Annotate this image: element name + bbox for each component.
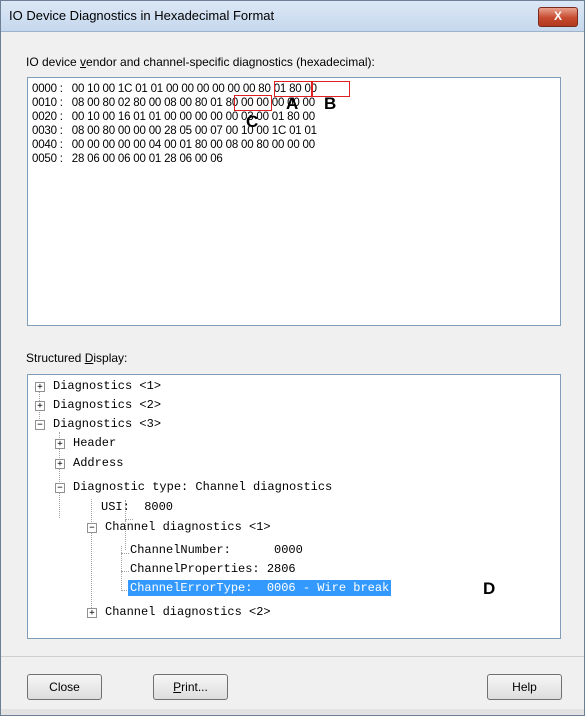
hex-line: 0010 : 08 00 80 02 80 00 08 00 80 01 80 … — [32, 97, 315, 109]
marker-a: A — [286, 94, 299, 113]
marker-d: D — [483, 579, 496, 598]
tree-connector — [121, 553, 129, 554]
tree-connector — [91, 499, 92, 614]
tree-node-channel-diagnostics-1[interactable]: Channel diagnostics <1> — [105, 519, 271, 535]
tree-node-diagnostics-3[interactable]: Diagnostics <3> — [53, 416, 161, 432]
tree-node-channel-error-type[interactable]: ChannelErrorType: 0006 - Wire break — [126, 579, 393, 597]
window-title: IO Device Diagnostics in Hexadecimal For… — [9, 8, 275, 23]
expand-plus-icon[interactable]: + — [87, 608, 97, 618]
tree-node-diagnostics-2[interactable]: Diagnostics <2> — [53, 397, 161, 413]
title-bar: IO Device Diagnostics in Hexadecimal For… — [1, 1, 584, 32]
tree-connector — [121, 571, 129, 572]
tree-node-usi[interactable]: USI: 8000 — [101, 499, 173, 515]
footer-divider — [1, 656, 584, 657]
tree-node-channel-properties[interactable]: ChannelProperties: 2806 — [130, 561, 296, 577]
marker-c: C — [246, 112, 259, 131]
collapse-minus-icon[interactable]: − — [55, 483, 65, 493]
marker-b: B — [324, 94, 337, 113]
diagnostics-dialog: IO Device Diagnostics in Hexadecimal For… — [0, 0, 585, 716]
expand-plus-icon[interactable]: + — [55, 439, 65, 449]
tree-node-channel-diagnostics-2[interactable]: Channel diagnostics <2> — [105, 604, 271, 620]
close-button[interactable]: Close — [27, 674, 102, 700]
hex-line: 0050 : 28 06 00 06 00 01 28 06 00 06 — [32, 153, 223, 165]
print-button[interactable]: Print... — [153, 674, 228, 700]
collapse-minus-icon[interactable]: − — [35, 420, 45, 430]
hex-diagnostics-textbox[interactable]: 0000 : 00 10 00 1C 01 01 00 00 00 00 00 … — [27, 77, 561, 326]
tree-node-address[interactable]: Address — [73, 455, 123, 471]
tree-node-header[interactable]: Header — [73, 435, 116, 451]
hex-section-label: IO device vendor and channel-specific di… — [26, 55, 375, 69]
tree-node-diagnostics-1[interactable]: Diagnostics <1> — [53, 378, 161, 394]
hex-line: 0030 : 08 00 80 00 00 00 28 05 00 07 00 … — [32, 125, 317, 137]
tree-node-channel-number[interactable]: ChannelNumber: 0000 — [130, 542, 303, 558]
collapse-minus-icon[interactable]: − — [87, 523, 97, 533]
expand-plus-icon[interactable]: + — [55, 459, 65, 469]
highlight-box-c — [234, 95, 272, 111]
hex-line: 0040 : 00 00 00 00 00 04 00 01 80 00 08 … — [32, 139, 315, 151]
tree-section-label: Structured Display: — [26, 351, 128, 365]
help-button[interactable]: Help — [487, 674, 562, 700]
expand-plus-icon[interactable]: + — [35, 382, 45, 392]
hex-line: 0020 : 00 10 00 16 01 01 00 00 00 00 00 … — [32, 111, 315, 123]
expand-plus-icon[interactable]: + — [35, 401, 45, 411]
bottom-edge — [1, 709, 584, 715]
structured-display-tree[interactable]: + Diagnostics <1> + Diagnostics <2> − Di… — [27, 374, 561, 639]
tree-node-diagnostic-type[interactable]: Diagnostic type: Channel diagnostics — [73, 479, 332, 495]
close-window-icon[interactable]: X — [538, 7, 578, 27]
